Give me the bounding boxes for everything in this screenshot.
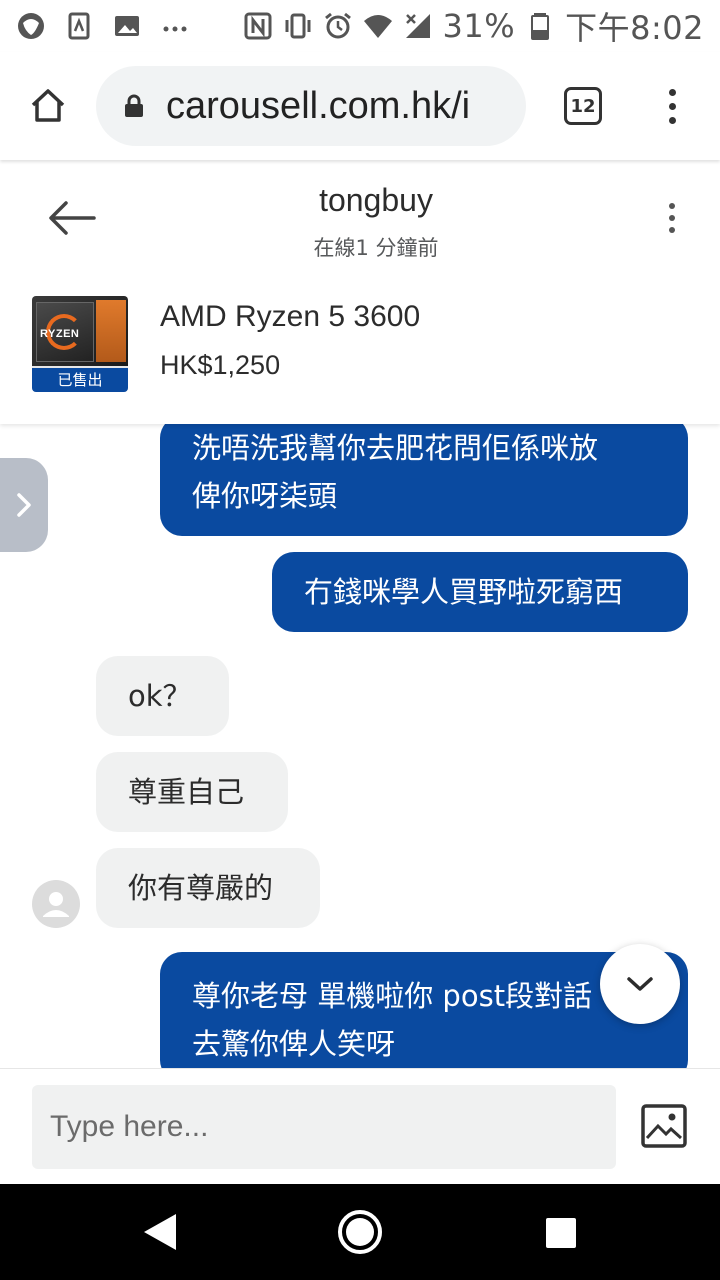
alarm-icon [323, 11, 353, 41]
sold-badge: 已售出 [32, 368, 128, 392]
nav-back-icon[interactable] [140, 1212, 180, 1252]
scroll-to-bottom-button[interactable] [600, 944, 680, 1024]
product-image: RYZEN [32, 296, 128, 366]
product-price: HK$1,250 [160, 350, 281, 380]
app-notification-icon [16, 11, 46, 41]
message-line: 你有尊嚴的 [128, 871, 274, 905]
battery-icon [525, 11, 555, 41]
image-upload-icon [641, 1104, 687, 1148]
address-bar[interactable]: carousell.com.hk/i [96, 66, 526, 146]
message-line: 洗唔洗我幫你去肥花問佢係咪放 [192, 431, 599, 465]
sim-card-icon [64, 11, 94, 41]
attach-image-button[interactable] [640, 1103, 688, 1149]
product-brand-logo: RYZEN [40, 328, 80, 340]
product-title[interactable]: AMD Ryzen 5 3600 [160, 300, 420, 334]
chevron-down-icon [627, 977, 653, 991]
message-line: ok？ [128, 679, 192, 713]
system-navigation-bar [0, 1184, 720, 1280]
message-composer [0, 1068, 720, 1184]
browser-menu-button[interactable] [660, 76, 684, 136]
product-thumbnail[interactable]: RYZEN 已售出 [32, 296, 128, 392]
home-button[interactable] [18, 76, 78, 136]
message-bubble-incoming[interactable]: 尊重自己 [96, 752, 288, 832]
chat-header: tongbuy 在線1 分鐘前 RYZEN 已售出 AMD Ryzen 5 36… [0, 160, 720, 424]
nav-home-button[interactable] [338, 1210, 382, 1254]
message-bubble-outgoing[interactable]: 洗唔洗我幫你去肥花問佢係咪放 俾你呀柒頭 [160, 424, 688, 536]
online-status: 在線1 分鐘前 [313, 236, 439, 260]
vibrate-icon [283, 11, 313, 41]
url-text: carousell.com.hk/i [166, 84, 471, 127]
side-drawer-toggle[interactable] [0, 458, 48, 552]
gallery-icon [112, 11, 142, 41]
message-line: 尊你老母 單機啦你 post段對話 [192, 979, 593, 1013]
menu-dot [668, 102, 676, 110]
message-line: 冇錢咪學人買野啦死窮西 [304, 575, 624, 609]
menu-dot [669, 227, 675, 233]
menu-dot [669, 215, 675, 221]
more-notifications-icon [160, 11, 190, 41]
message-input[interactable] [32, 1085, 616, 1169]
tab-switcher-button[interactable]: 12 [564, 87, 602, 125]
nav-recents-button[interactable] [546, 1218, 576, 1248]
chevron-right-icon [17, 493, 31, 517]
menu-dot [669, 203, 675, 209]
nfc-icon [243, 11, 273, 41]
user-icon [43, 892, 69, 917]
signal-icon [403, 11, 433, 41]
wifi-icon [363, 11, 393, 41]
chat-options-button[interactable] [660, 198, 684, 238]
clock: 下午8:02 [565, 9, 704, 47]
lock-icon [125, 94, 143, 117]
battery-percent: 31% [442, 7, 516, 45]
home-dot [346, 1218, 374, 1246]
message-line: 去驚你俾人笑呀 [192, 1027, 396, 1061]
home-icon [31, 89, 65, 122]
message-bubble-incoming[interactable]: ok？ [96, 656, 229, 736]
avatar[interactable] [32, 880, 80, 928]
message-bubble-outgoing[interactable]: 冇錢咪學人買野啦死窮西 [272, 552, 688, 632]
menu-dot [668, 88, 676, 96]
message-line: 尊重自己 [128, 775, 245, 809]
browser-toolbar: carousell.com.hk/i 12 [0, 52, 720, 160]
message-line: 俾你呀柒頭 [192, 479, 338, 513]
chat-partner-name[interactable]: tongbuy [0, 182, 720, 219]
menu-dot [668, 116, 676, 124]
status-bar: 31% 下午8:02 [0, 0, 720, 52]
message-bubble-incoming[interactable]: 你有尊嚴的 [96, 848, 320, 928]
